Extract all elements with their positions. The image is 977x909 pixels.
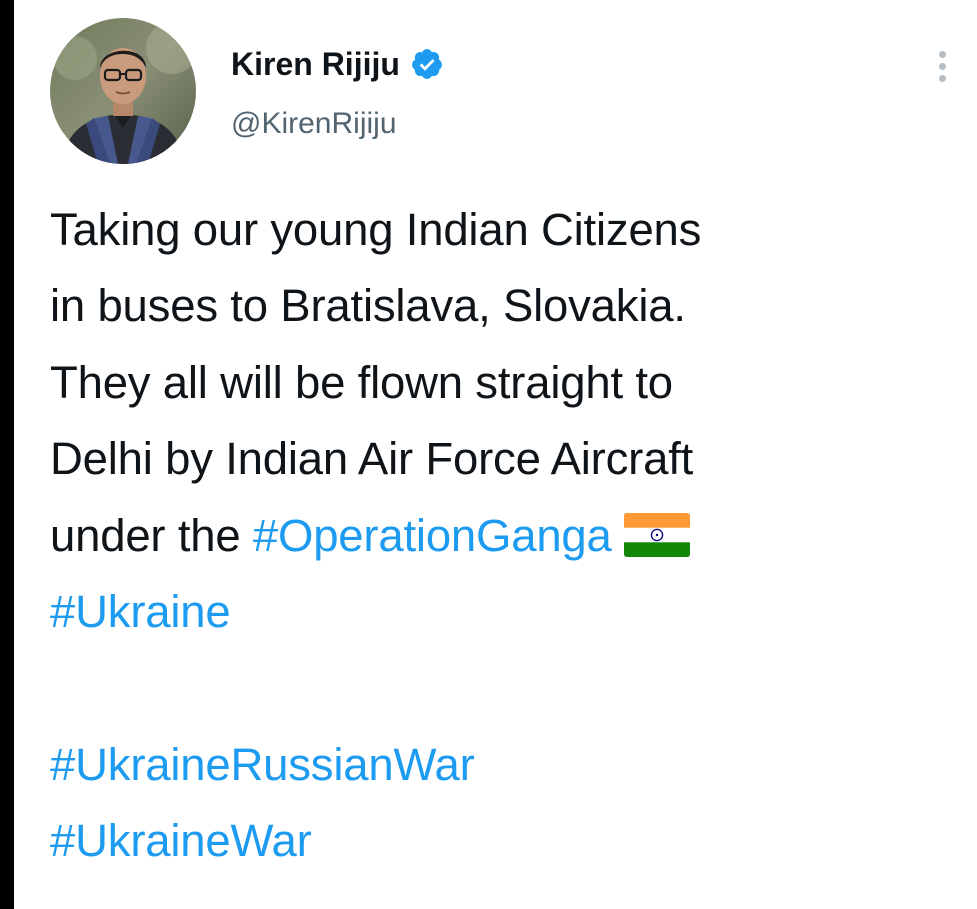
profile-photo [50,18,196,164]
hashtag-ukraine-russian-war[interactable]: #UkraineRussianWar [50,739,475,790]
dot [938,74,946,82]
tweet-text-line: They all will be flown straight to [50,356,673,408]
hashtag-ukraine-war[interactable]: #UkraineWar [50,815,312,866]
tweet-text-line: Taking our young Indian Citizens [50,204,702,255]
author-handle[interactable]: @KirenRijiju [231,104,397,144]
screen-edge [0,0,14,909]
tweet-text-line: Delhi by Indian Air Force Aircraft [50,433,694,485]
tweet-text-line-with-hashtag: under the #OperationGanga [50,498,950,574]
india-flag-icon [623,512,690,557]
author-avatar[interactable] [50,18,196,164]
tweet-text-line: in buses to Bratislava, Slovakia. [50,280,686,332]
verified-badge-icon [410,47,444,81]
vertical-ellipsis-icon[interactable] [927,36,957,96]
tweet-text-segment: under the [50,509,253,561]
hashtag-ukraine[interactable]: #Ukraine [50,586,231,637]
tweet-text-line: #UkraineRussianWar [50,727,950,803]
author-name-row: Kiren Rijiju [231,44,444,84]
dot [938,62,946,70]
tweet-text-line: #Ukraine [50,574,950,650]
author-display-name[interactable]: Kiren Rijiju [231,44,400,84]
hashtag-operation-ganga[interactable]: #OperationGanga [253,510,612,561]
dot [938,50,946,58]
tweet-card: Kiren Rijiju @KirenRijiju Taking our you… [14,0,977,909]
tweet-text-line: #UkraineWar [50,803,950,879]
tweet-text: Taking our young Indian Citizens in buse… [50,192,950,880]
